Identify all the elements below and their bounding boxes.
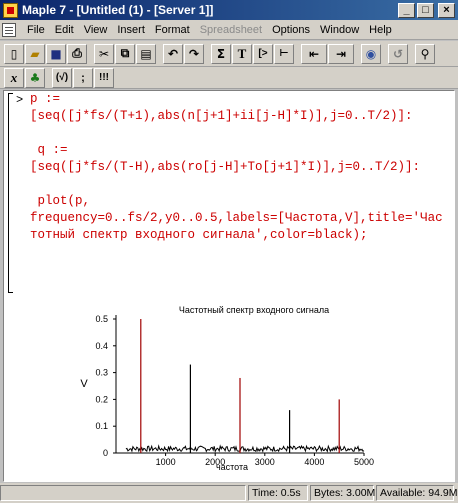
main-toolbar: ▯ ▰ ■ ⎙ ✂ ⧉ ▤ ↶ ↷ Σ T [> ⊢ ⇤ ⇥ ◉ ↺ ⚲ [0,41,458,67]
maple-leaf-icon: ♣ [29,70,41,85]
context-toolbar: x ♣ (√) ; !!! [0,67,458,89]
semicolon-icon: ; [81,71,85,84]
insert-prompt-button[interactable]: [> [253,43,273,64]
restart-icon: ↺ [392,46,404,61]
close-button[interactable]: × [438,2,455,18]
undo-icon: ↶ [167,46,179,61]
plot-title: Частотный спектр входного сигнала [179,305,329,315]
execute-button[interactable]: !!! [94,67,114,88]
print-button[interactable]: ⎙ [67,43,87,64]
printer-icon: ⎙ [72,46,82,60]
semicolon-button[interactable]: ; [73,67,93,88]
prompt-icon: [> [258,48,268,59]
exclamation-icon: !!! [99,72,109,83]
status-bar: Time: 0.5s Bytes: 3.00M Available: 94.9M [0,483,458,503]
menu-insert[interactable]: Insert [112,24,150,36]
redo-icon: ↷ [188,46,200,61]
y-tick-label: 0.4 [95,341,108,351]
function-button[interactable]: (√) [52,67,72,88]
menu-options[interactable]: Options [267,24,315,36]
x-tick-label: 2000 [205,457,225,467]
maple-leaf-button[interactable]: ♣ [25,67,45,88]
spectrum-series-line [125,444,365,453]
expand-section-button[interactable]: ⇥ [328,43,354,64]
x-tick-label: 5000 [354,457,374,467]
maple-input-code[interactable]: p := [seq([j*fs/(T+1),abs(n[j+1]+ii[j-H]… [30,91,450,244]
minimize-button[interactable]: _ [398,2,415,18]
x-tick-label: 1000 [156,457,176,467]
y-tick-label: 0.1 [95,421,108,431]
title-bar: Maple 7 - [Untitled (1) - [Server 1]] _ … [0,0,458,20]
magnifier-icon: ⚲ [420,46,430,61]
spectrum-plot[interactable]: Частотный спектр входного сигнала V част… [64,301,444,476]
undo-button[interactable]: ↶ [163,43,183,64]
text-icon: T [237,45,247,61]
y-tick-label: 0.3 [95,368,108,378]
function-icon: (√) [55,72,69,83]
plot-peaks [140,319,340,453]
menu-help[interactable]: Help [364,24,397,36]
maximize-button[interactable]: □ [417,2,434,18]
status-available: Available: 94.9M [376,485,457,501]
redo-button[interactable]: ↷ [184,43,204,64]
y-axis-label: V [80,378,88,390]
zoom-button[interactable]: ⚲ [415,43,435,64]
worksheet[interactable]: > p := [seq([j*fs/(T+1),abs(n[j+1]+ii[j-… [3,90,455,482]
new-document-icon: ▯ [10,46,18,61]
paste-button[interactable]: ▤ [136,43,156,64]
insert-text-button[interactable]: T [232,43,252,64]
window-title: Maple 7 - [Untitled (1) - [Server 1]] [22,3,214,17]
symbol-x-button[interactable]: x [4,67,24,88]
floppy-disk-icon: ■ [50,46,62,61]
new-document-button[interactable]: ▯ [4,43,24,64]
open-button[interactable]: ▰ [25,43,45,64]
folder-open-icon: ▰ [30,46,40,61]
menu-file[interactable]: File [22,24,50,36]
x-tick-label: 4000 [304,457,324,467]
copy-button[interactable]: ⧉ [115,43,135,64]
collapse-section-button[interactable]: ⇤ [301,43,327,64]
x-icon: x [10,69,18,85]
stop-button[interactable]: ◉ [361,43,381,64]
menu-window[interactable]: Window [315,24,364,36]
indent-button[interactable]: ⊢ [274,43,294,64]
insert-math-button[interactable]: Σ [211,43,231,64]
restart-button[interactable]: ↺ [388,43,408,64]
stop-icon: ◉ [365,46,377,61]
execution-group-bracket[interactable] [8,93,13,293]
menu-edit[interactable]: Edit [50,24,79,36]
scissors-icon: ✂ [98,46,110,61]
menu-view[interactable]: View [79,24,113,36]
document-menu-icon[interactable] [2,22,16,37]
y-tick-label: 0.5 [95,314,108,324]
x-tick-label: 3000 [255,457,275,467]
arrow-right-icon: ⇥ [335,46,347,61]
plot-ticks: 0 0.1 0.2 0.3 0.4 0.5 1000 2000 3000 4000 5000 [95,314,374,467]
y-tick-label: 0.2 [95,394,108,404]
menu-spreadsheet[interactable]: Spreadsheet [195,24,267,36]
status-bytes: Bytes: 3.00M [310,485,375,501]
status-time: Time: 0.5s [248,485,308,501]
paste-icon: ▤ [140,46,152,61]
arrow-left-icon: ⇤ [308,46,320,61]
cut-button[interactable]: ✂ [94,43,114,64]
maple-app-icon[interactable] [3,2,18,18]
menu-format[interactable]: Format [150,24,195,36]
input-prompt: > [16,93,24,107]
status-message [0,485,246,501]
y-tick-label: 0 [103,448,108,458]
menu-bar: File Edit View Insert Format Spreadsheet… [0,20,458,40]
sigma-icon: Σ [216,46,226,61]
indent-icon: ⊢ [279,48,289,59]
save-button[interactable]: ■ [46,43,66,64]
copy-icon: ⧉ [120,46,130,60]
